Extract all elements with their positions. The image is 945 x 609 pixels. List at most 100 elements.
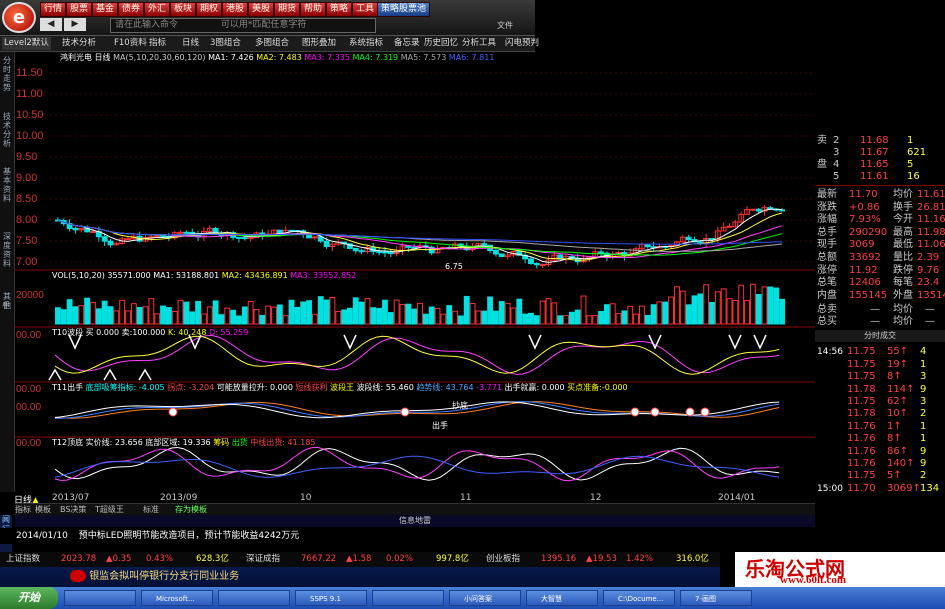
news-bar[interactable]: 2014/01/10 预中标LED照明节能改造项目，预计节能收益4242万元 xyxy=(0,528,815,544)
volume-bar xyxy=(405,303,412,325)
tick-price: 11.76 xyxy=(847,458,876,469)
volume-title: VOL(5,10,20) xyxy=(52,271,105,280)
left-tab-1[interactable]: 技术分析 xyxy=(1,112,13,148)
menu-item-9[interactable]: 历史回忆 xyxy=(422,37,460,50)
left-tab-0[interactable]: 分时走势 xyxy=(1,56,13,92)
taskbar-task-7[interactable]: C:\Docume... xyxy=(603,590,675,606)
candle-body xyxy=(598,251,604,254)
candle-body xyxy=(72,227,79,231)
menu-item-10[interactable]: 分析工具 xyxy=(460,37,498,50)
menu-item-7[interactable]: 系统指标 xyxy=(347,37,385,50)
volume-bar xyxy=(107,306,114,325)
stat-row: 最新 11.70 均价 11.61 xyxy=(815,189,945,201)
ind1-title: T10波段 买 xyxy=(52,328,94,337)
tick-row: 11.76 86↑ 9 xyxy=(815,446,945,458)
level2-selector[interactable]: Level2默认 xyxy=(2,37,51,50)
ticks-title[interactable]: 分时成交 xyxy=(815,330,945,343)
date-tick-1: 2013/09 xyxy=(160,493,198,503)
volume-bar xyxy=(533,315,540,325)
left-tab-2[interactable]: 基本资料 xyxy=(1,167,13,203)
toolbar-button-9[interactable]: 期货 xyxy=(274,2,301,17)
ticker-text: 银监会拟叫停银行分支行同业业务 xyxy=(89,571,240,582)
menu-item-0[interactable]: 技术分析 xyxy=(60,37,98,50)
volume-bar xyxy=(212,300,219,325)
taskbar-task-5[interactable]: 小问答案 xyxy=(449,590,521,606)
ind2-title: T11出手 xyxy=(52,383,84,392)
toolbar-button-1[interactable]: 股票 xyxy=(66,2,93,17)
ind3-v3: 筹码 xyxy=(213,438,230,447)
stat-row: 总额 33692 量比 2.39 xyxy=(815,252,945,264)
candle-body xyxy=(382,251,388,254)
taskbar-task-2[interactable] xyxy=(218,590,290,606)
ind2-v8: -3.771 xyxy=(476,383,502,392)
volume-bar xyxy=(522,313,529,325)
menu-item-11[interactable]: 闪电预判 xyxy=(503,37,541,50)
taskbar-task-1[interactable]: Microsoft... xyxy=(141,590,213,606)
volume-bar xyxy=(674,286,680,325)
command-input[interactable]: 请在此输入命令 可以用*匹配任意字符 xyxy=(110,18,376,33)
watermark-url: www.60lt.com xyxy=(780,574,846,586)
ob-price: 11.67 xyxy=(860,147,889,158)
back-button[interactable]: ◀ xyxy=(40,18,62,31)
index-name[interactable]: 上证指数 xyxy=(6,552,40,567)
left-tab-3[interactable]: 深度资料 xyxy=(1,232,13,268)
tick-price: 11.75 xyxy=(847,346,876,358)
toolbar-button-2[interactable]: 基金 xyxy=(92,2,119,17)
tick-price: 11.76 xyxy=(847,445,876,457)
taskbar-task-3[interactable]: SSPS 9.1 xyxy=(295,590,367,606)
volume-bar xyxy=(376,307,383,325)
menu-item-5[interactable]: 多图组合 xyxy=(253,37,291,50)
ticker-icon xyxy=(70,570,86,582)
tick-deals: 1 xyxy=(920,420,927,432)
volume-bar xyxy=(428,306,435,325)
volume-bar xyxy=(84,297,91,325)
volume-bar xyxy=(136,306,143,325)
volume-bar xyxy=(382,299,388,325)
ind3-v5: 中线出货: 41.185 xyxy=(250,438,316,447)
toolbar-button-7[interactable]: 港股 xyxy=(222,2,249,17)
file-menu[interactable]: 文件 xyxy=(497,20,513,31)
info-bar[interactable]: 信息地雷 xyxy=(15,515,815,527)
menu-item-3[interactable]: 日线 xyxy=(180,37,201,50)
menu-item-4[interactable]: 3图组合 xyxy=(208,37,243,50)
toolbar-button-3[interactable]: 债券 xyxy=(118,2,145,17)
volume-bar xyxy=(230,309,237,325)
taskbar-task-0[interactable] xyxy=(64,590,136,606)
menu-item-2[interactable]: 指标 xyxy=(147,37,168,50)
toolbar-button-11[interactable]: 策略 xyxy=(326,2,353,17)
taskbar-task-6[interactable]: 大智慧 xyxy=(526,590,598,606)
panel-separator xyxy=(815,185,945,186)
menu-item-6[interactable]: 图形叠加 xyxy=(300,37,338,50)
tick-deals: 9 xyxy=(920,458,927,469)
toolbar-button-6[interactable]: 期权 xyxy=(196,2,223,17)
index-change: ▲0.35 xyxy=(106,554,132,564)
toolbar-button-4[interactable]: 外汇 xyxy=(144,2,171,17)
menu-item-8[interactable]: 备忘录 xyxy=(392,37,422,50)
volume-bar xyxy=(125,310,131,325)
volume-bar xyxy=(119,299,126,325)
toolbar-button-12[interactable]: 工具 xyxy=(352,2,379,17)
volume-bar xyxy=(311,313,318,325)
news-ticker[interactable]: 银监会拟叫停银行分支行同业业务 xyxy=(0,567,720,587)
toolbar-button-0[interactable]: 行情 xyxy=(40,2,67,17)
toolbar-button-8[interactable]: 美股 xyxy=(248,2,275,17)
taskbar-task-8[interactable]: 7-画图 xyxy=(680,590,752,606)
ob-label: 盘 xyxy=(817,159,827,170)
volume-bar xyxy=(282,315,289,325)
menu-item-1[interactable]: F10资料 xyxy=(112,37,149,50)
volume-bar xyxy=(633,313,639,325)
price-tick-7: 8.00 xyxy=(16,214,38,226)
strategy-pool-button[interactable]: 策略股票池 xyxy=(377,2,431,17)
tick-row: 15:00 11.70 3069↑ 134 xyxy=(815,483,945,495)
toolbar-button-10[interactable]: 帮助 xyxy=(300,2,327,17)
candle-body xyxy=(726,225,733,228)
toolbar-button-5[interactable]: 板块 xyxy=(170,2,197,17)
index-name[interactable]: 创业板指 xyxy=(486,552,520,567)
taskbar-task-4[interactable] xyxy=(372,590,444,606)
start-button[interactable]: 开始 xyxy=(0,587,58,609)
stat-value: 155145 xyxy=(849,289,888,301)
index-name[interactable]: 深证成指 xyxy=(246,552,280,567)
forward-button[interactable]: ▶ xyxy=(64,18,86,31)
volume-bar xyxy=(101,300,108,325)
ob-level: 5 xyxy=(833,171,840,182)
